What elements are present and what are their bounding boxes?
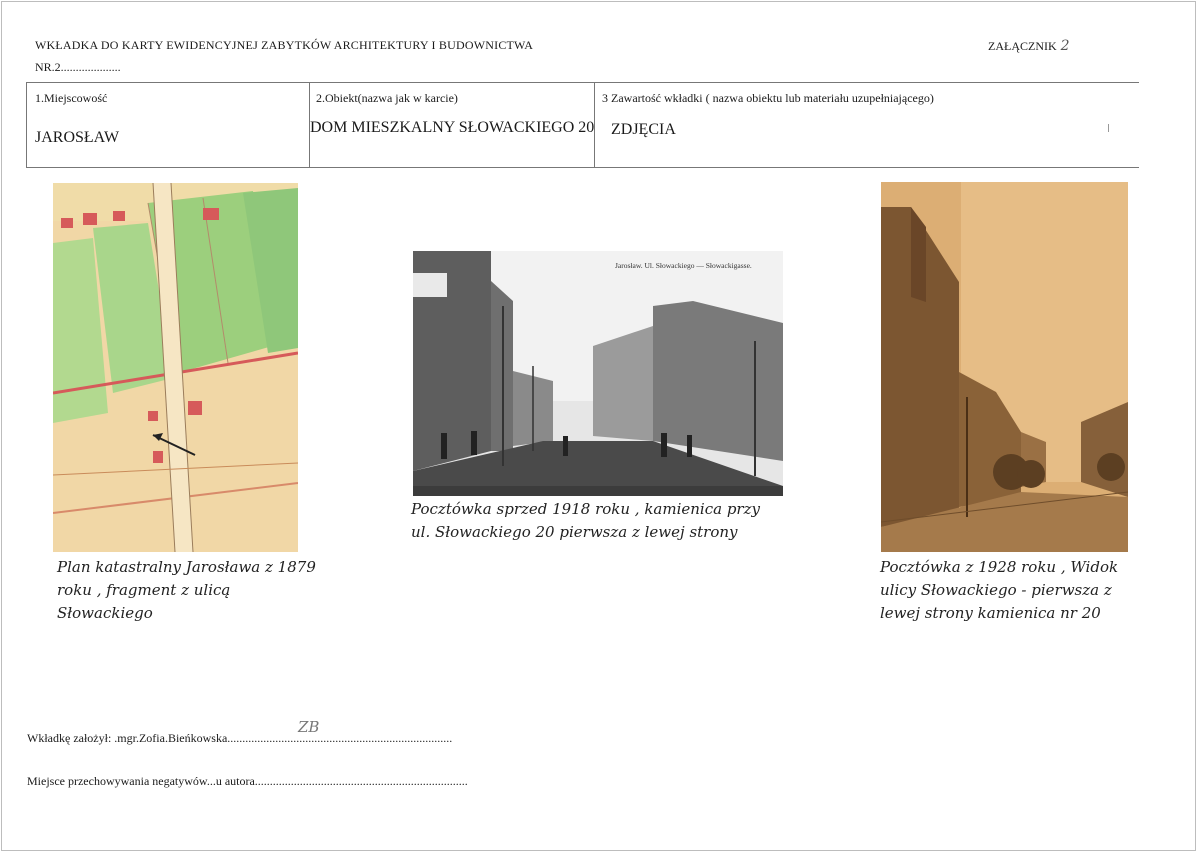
postcard-print-caption: Jarosław. Ul. Słowackiego — Słowackigass… <box>615 261 752 270</box>
postcard-1928-image <box>881 182 1128 552</box>
contents-value: ZDJĘCIA <box>611 121 676 138</box>
postcard-1918-caption: Pocztówka sprzed 1918 roku , kamienica p… <box>411 500 760 541</box>
object-value: DOM MIESZKALNY SŁOWACKIEGO 20 <box>310 119 595 136</box>
cell-object: 2.Obiekt(nazwa jak w karcie) DOM MIESZKA… <box>310 83 595 167</box>
annex-label: ZAŁĄCZNIK 2 <box>988 38 1070 54</box>
table-mark <box>1108 124 1109 132</box>
cell-contents: 3 Zawartość wkładki ( nazwa obiektu lub … <box>595 83 1139 167</box>
annex-number: 2 <box>1060 38 1070 54</box>
locality-value: JAROSŁAW <box>35 129 120 146</box>
object-label: 2.Obiekt(nazwa jak w karcie) <box>316 91 458 105</box>
annex-label-text: ZAŁĄCZNIK <box>988 39 1057 53</box>
map-caption: Plan katastralny Jarosława z 1879 roku ,… <box>57 558 316 622</box>
document-title: WKŁADKA DO KARTY EWIDENCYJNEJ ZABYTKÓW A… <box>35 38 534 52</box>
cell-locality: 1.Miejscowość JAROSŁAW <box>26 83 310 167</box>
signature-initials: ZB <box>298 718 320 736</box>
document-number: NR.2.................... <box>35 60 121 74</box>
info-table: 1.Miejscowość JAROSŁAW 2.Obiekt(nazwa ja… <box>26 82 1139 168</box>
cadastral-map-image <box>53 183 298 552</box>
created-by-line: Wkładkę założył: .mgr.Zofia.Bieńkowska..… <box>27 731 453 745</box>
postcard-1928-caption: Pocztówka z 1928 roku , Widok ulicy Słow… <box>880 558 1119 622</box>
negatives-location-line: Miejsce przechowywania negatywów...u aut… <box>27 774 468 788</box>
locality-label: 1.Miejscowość <box>35 91 108 105</box>
contents-label: 3 Zawartość wkładki ( nazwa obiektu lub … <box>602 91 934 105</box>
postcard-1918-image: Jarosław. Ul. Słowackiego — Słowackigass… <box>413 251 783 496</box>
